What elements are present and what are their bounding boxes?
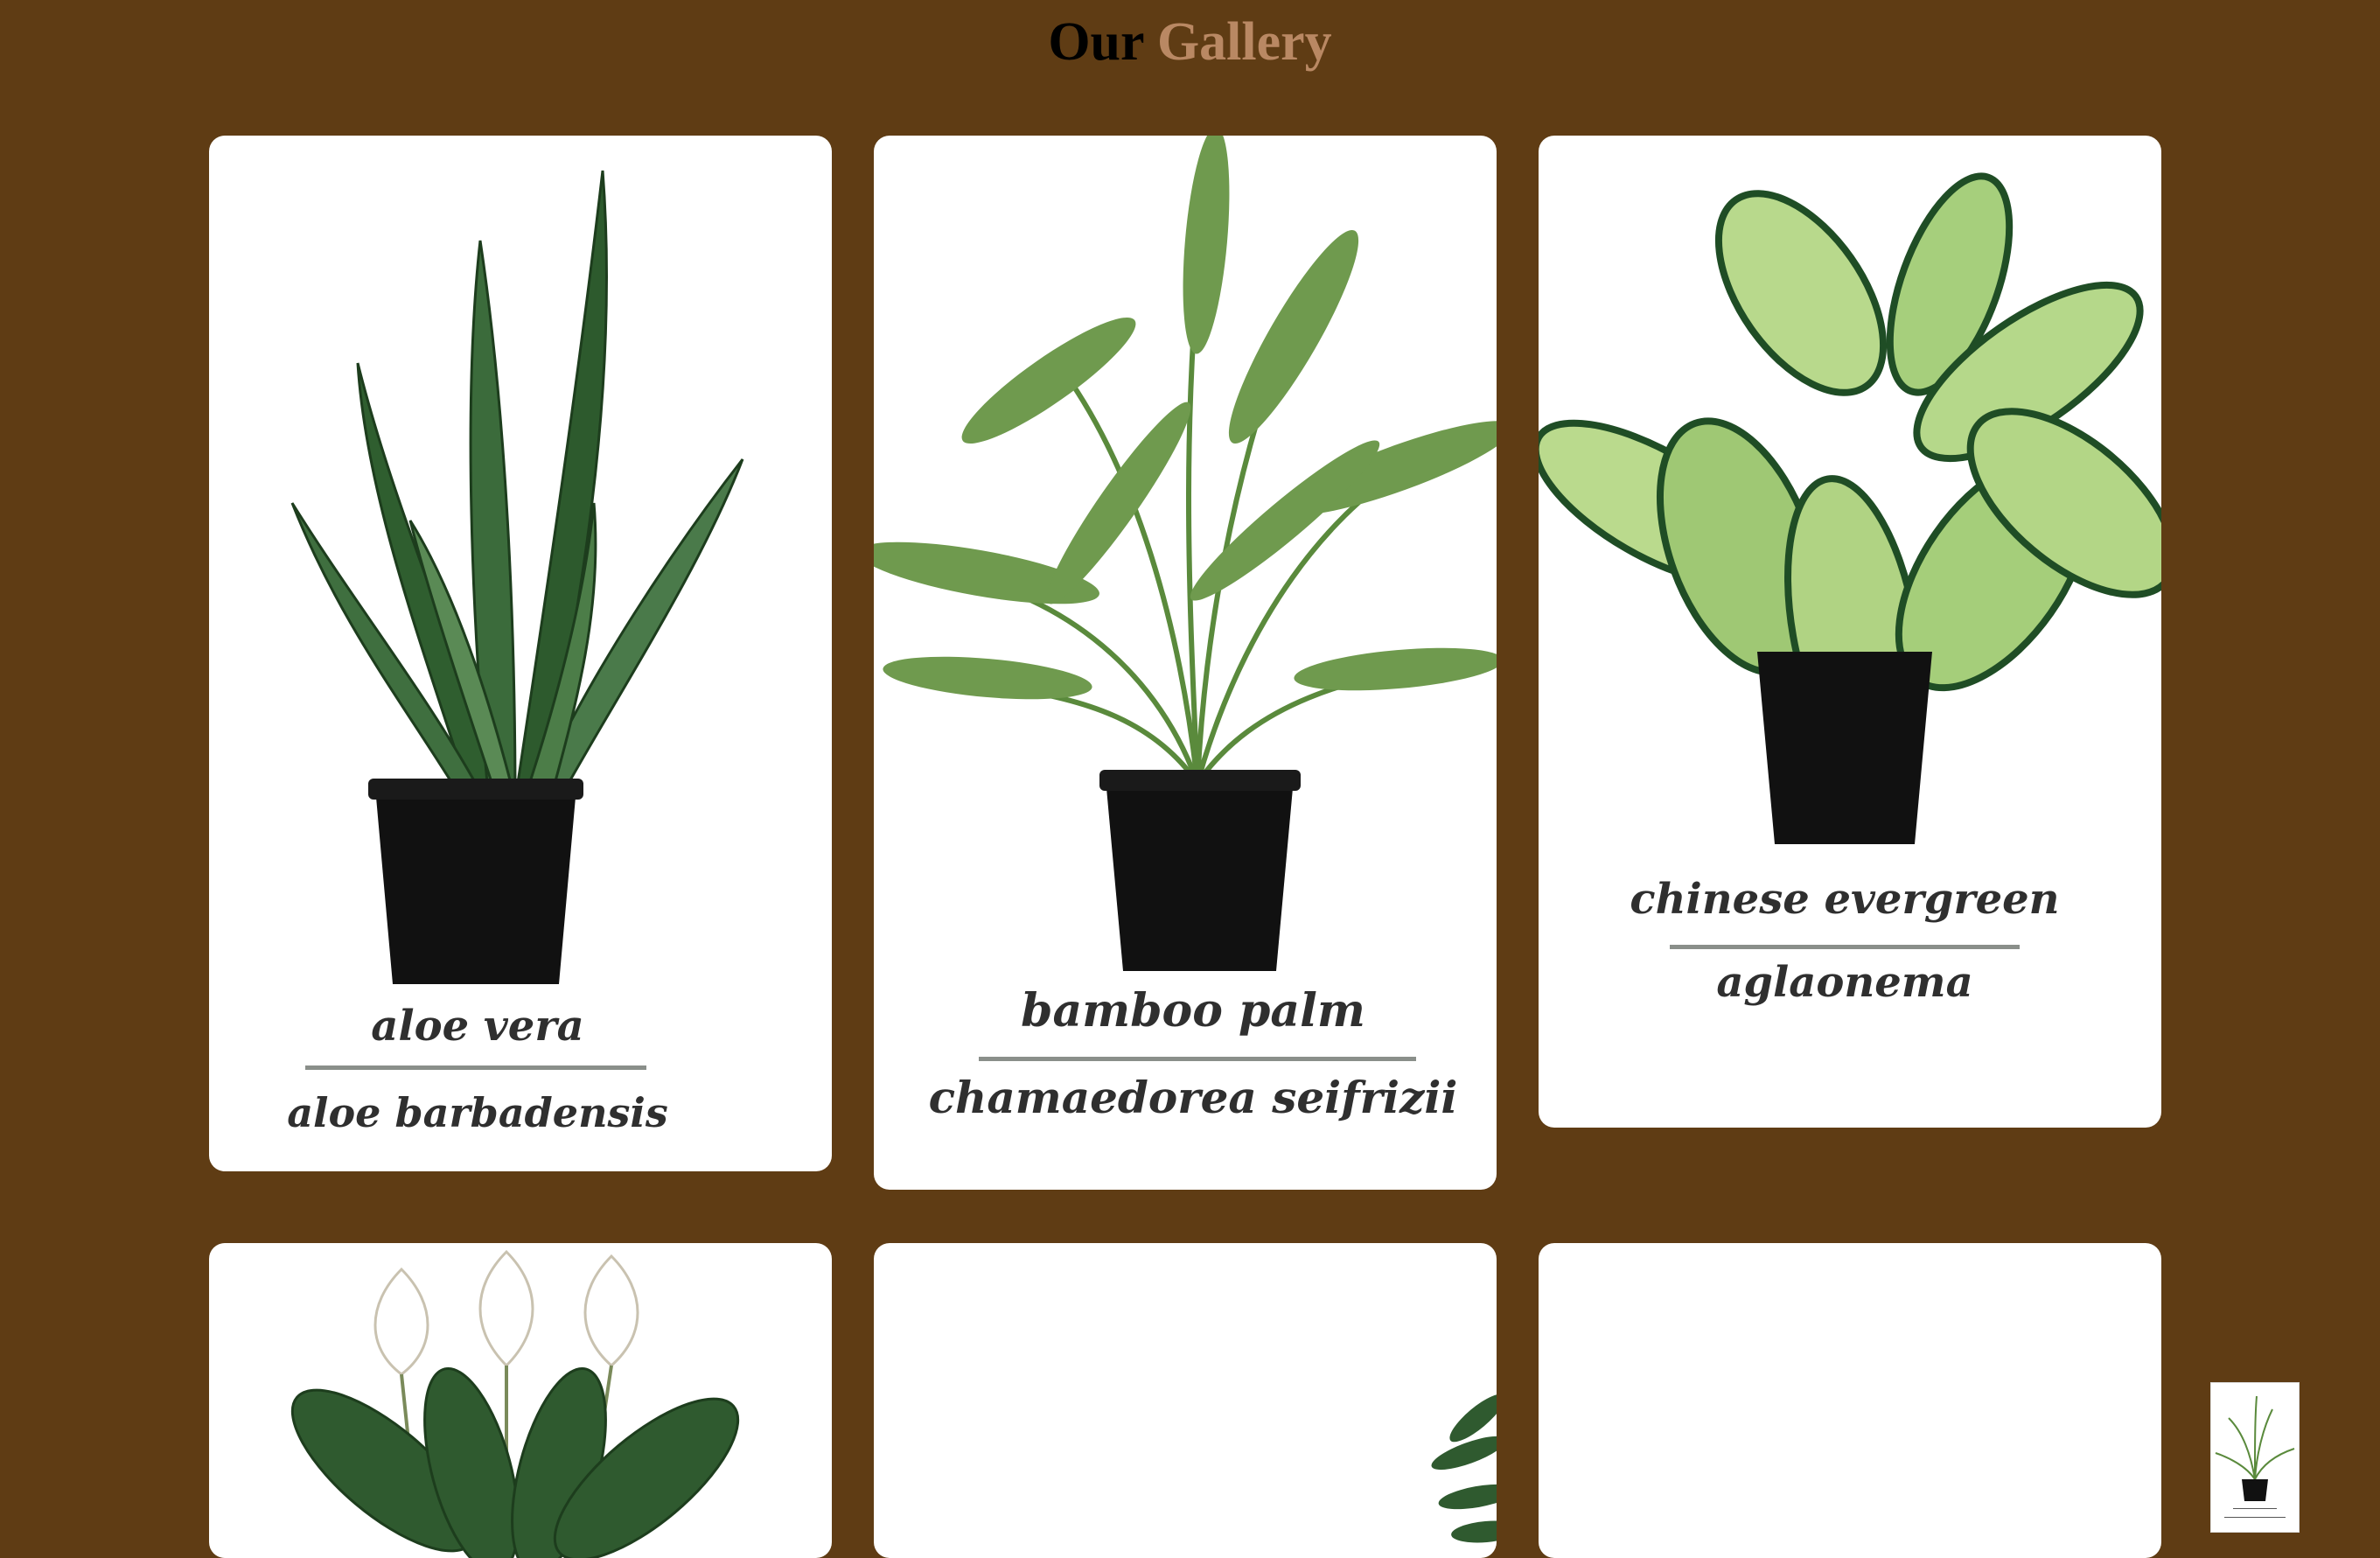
gallery-card-bamboo-palm[interactable]: bamboo palm chamaedorea seifrizii (874, 136, 1497, 1190)
gallery-card-aloe-vera[interactable]: aloe vera aloe barbadensis (209, 136, 832, 1171)
gallery-card-fern[interactable] (874, 1243, 1497, 1558)
plant-latin-name: aloe barbadensis (287, 1089, 668, 1136)
bamboo-palm-thumbnail-icon (2215, 1395, 2295, 1518)
title-word-our: Our (1048, 12, 1144, 72)
gallery-card-blank[interactable] (1539, 1243, 2161, 1558)
plant-common-name: bamboo palm (1021, 984, 1365, 1038)
plant-latin-name: aglaonema (1716, 958, 1973, 1007)
plant-latin-name: chamaedorea seifrizii (928, 1072, 1458, 1123)
fern-illustration (1431, 1394, 1497, 1543)
plant-common-name: aloe vera (371, 1002, 584, 1051)
floating-thumbnail[interactable] (2210, 1382, 2300, 1533)
plant-common-name: chinese evergreen (1630, 875, 2060, 924)
title-word-gallery: Gallery (1156, 12, 1332, 72)
peace-lily-illustration (290, 1249, 740, 1558)
gallery-card-chinese-evergreen[interactable]: chinese evergreen aglaonema (1539, 136, 2161, 1128)
page-title: Our Gallery (0, 5, 2380, 79)
gallery-card-peace-lily[interactable] (209, 1243, 832, 1558)
